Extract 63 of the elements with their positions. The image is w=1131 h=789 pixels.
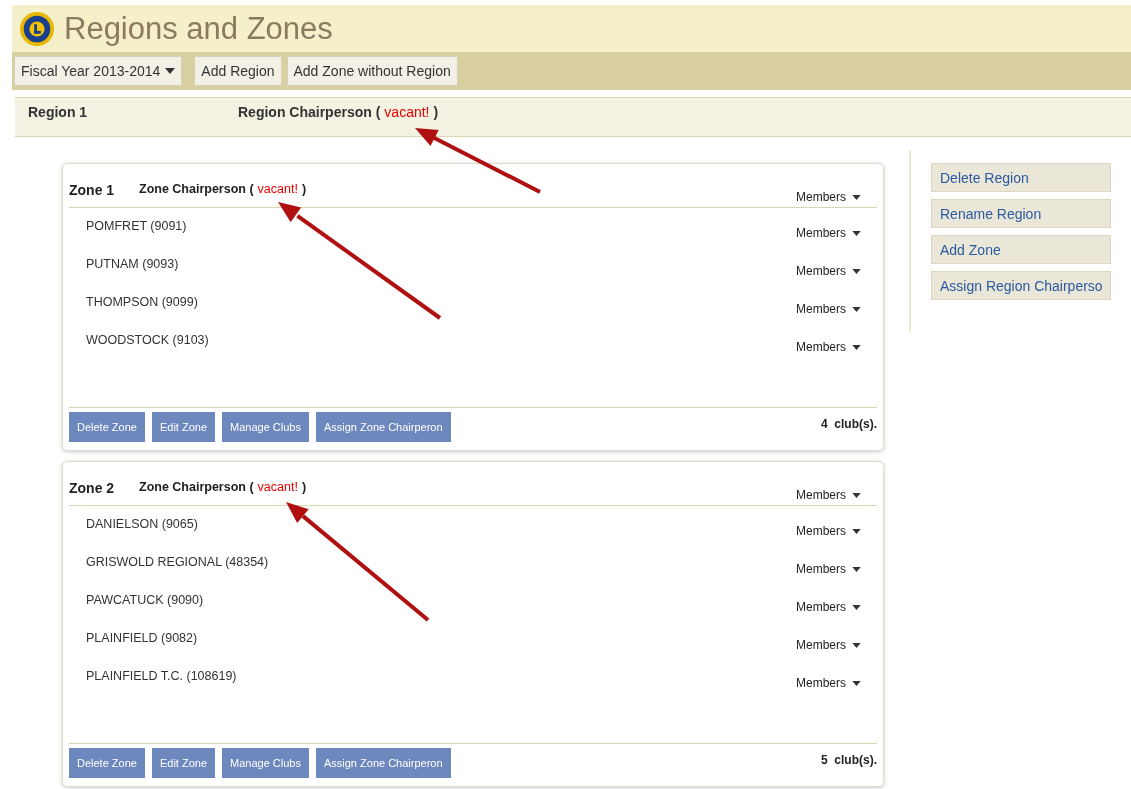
members-dropdown[interactable]: Members — [796, 600, 861, 614]
club-name: PLAINFIELD (9082) — [86, 631, 198, 645]
fiscal-year-dropdown[interactable]: Fiscal Year 2013-2014 — [14, 56, 183, 86]
zone-chairperson-label: Zone Chairperson ( — [139, 182, 254, 196]
members-dropdown[interactable]: Members — [796, 676, 861, 690]
closing-paren: ) — [301, 182, 307, 196]
caret-icon — [852, 604, 861, 610]
zone-action-button[interactable]: Delete Zone — [69, 412, 145, 442]
club-count: 5 club(s). — [821, 753, 877, 767]
toolbar-button[interactable]: Add Region — [194, 56, 282, 86]
caret-icon — [852, 492, 861, 498]
zone-name: Zone 2 — [69, 480, 116, 496]
members-dropdown[interactable]: Members — [796, 488, 861, 502]
zone-name: Zone 1 — [69, 182, 116, 198]
region-chairperson-label: Region Chairperson ( — [238, 104, 381, 120]
caret-icon — [852, 230, 861, 236]
vacant-status: vacant! — [384, 104, 430, 120]
vacant-status: vacant! — [257, 480, 298, 494]
region-action-button[interactable]: Delete Region — [931, 163, 1111, 192]
lions-emblem-icon — [18, 9, 56, 48]
closing-paren: ) — [433, 104, 439, 120]
region-name: Region 1 — [28, 104, 89, 120]
caret-icon — [852, 528, 861, 534]
region-action-button[interactable]: Add Zone — [931, 235, 1111, 264]
vacant-status: vacant! — [257, 182, 298, 196]
zone-action-button[interactable]: Manage Clubs — [222, 412, 309, 442]
members-dropdown[interactable]: Members — [796, 638, 861, 652]
members-dropdown[interactable]: Members — [796, 524, 861, 538]
closing-paren: ) — [301, 480, 307, 494]
caret-icon — [852, 306, 861, 312]
zone-action-button[interactable]: Assign Zone Chairperon — [315, 748, 451, 778]
members-dropdown[interactable]: Members — [796, 340, 861, 354]
zone-action-button[interactable]: Delete Zone — [69, 748, 145, 778]
caret-icon — [852, 566, 861, 572]
zone-action-button[interactable]: Manage Clubs — [222, 748, 309, 778]
club-name: THOMPSON (9099) — [86, 295, 198, 309]
caret-icon — [852, 344, 861, 350]
club-name: WOODSTOCK (9103) — [86, 333, 209, 347]
members-dropdown[interactable]: Members — [796, 226, 861, 240]
members-dropdown[interactable]: Members — [796, 190, 861, 204]
club-name: PAWCATUCK (9090) — [86, 593, 204, 607]
club-name: PUTNAM (9093) — [86, 257, 179, 271]
members-dropdown[interactable]: Members — [796, 302, 861, 316]
caret-icon — [852, 268, 861, 274]
caret-icon — [852, 680, 861, 686]
region-action-button[interactable]: Assign Region Chairperso — [931, 271, 1111, 300]
club-name: DANIELSON (9065) — [86, 517, 198, 531]
zone-action-button[interactable]: Edit Zone — [151, 748, 216, 778]
toolbar-button[interactable]: Add Zone without Region — [286, 56, 458, 86]
caret-icon — [852, 642, 861, 648]
club-name: PLAINFIELD T.C. (108619) — [86, 669, 237, 683]
club-name: POMFRET (9091) — [86, 219, 187, 233]
region-action-button[interactable]: Rename Region — [931, 199, 1111, 228]
members-dropdown[interactable]: Members — [796, 264, 861, 278]
caret-icon — [852, 194, 861, 200]
zone-action-button[interactable]: Assign Zone Chairperon — [315, 412, 451, 442]
caret-icon — [165, 68, 176, 74]
page-title: Regions and Zones — [64, 10, 333, 47]
zone-action-button[interactable]: Edit Zone — [151, 412, 216, 442]
club-count: 4 club(s). — [821, 417, 877, 431]
club-name: GRISWOLD REGIONAL (48354) — [86, 555, 269, 569]
zone-chairperson-label: Zone Chairperson ( — [139, 480, 254, 494]
members-dropdown[interactable]: Members — [796, 562, 861, 576]
